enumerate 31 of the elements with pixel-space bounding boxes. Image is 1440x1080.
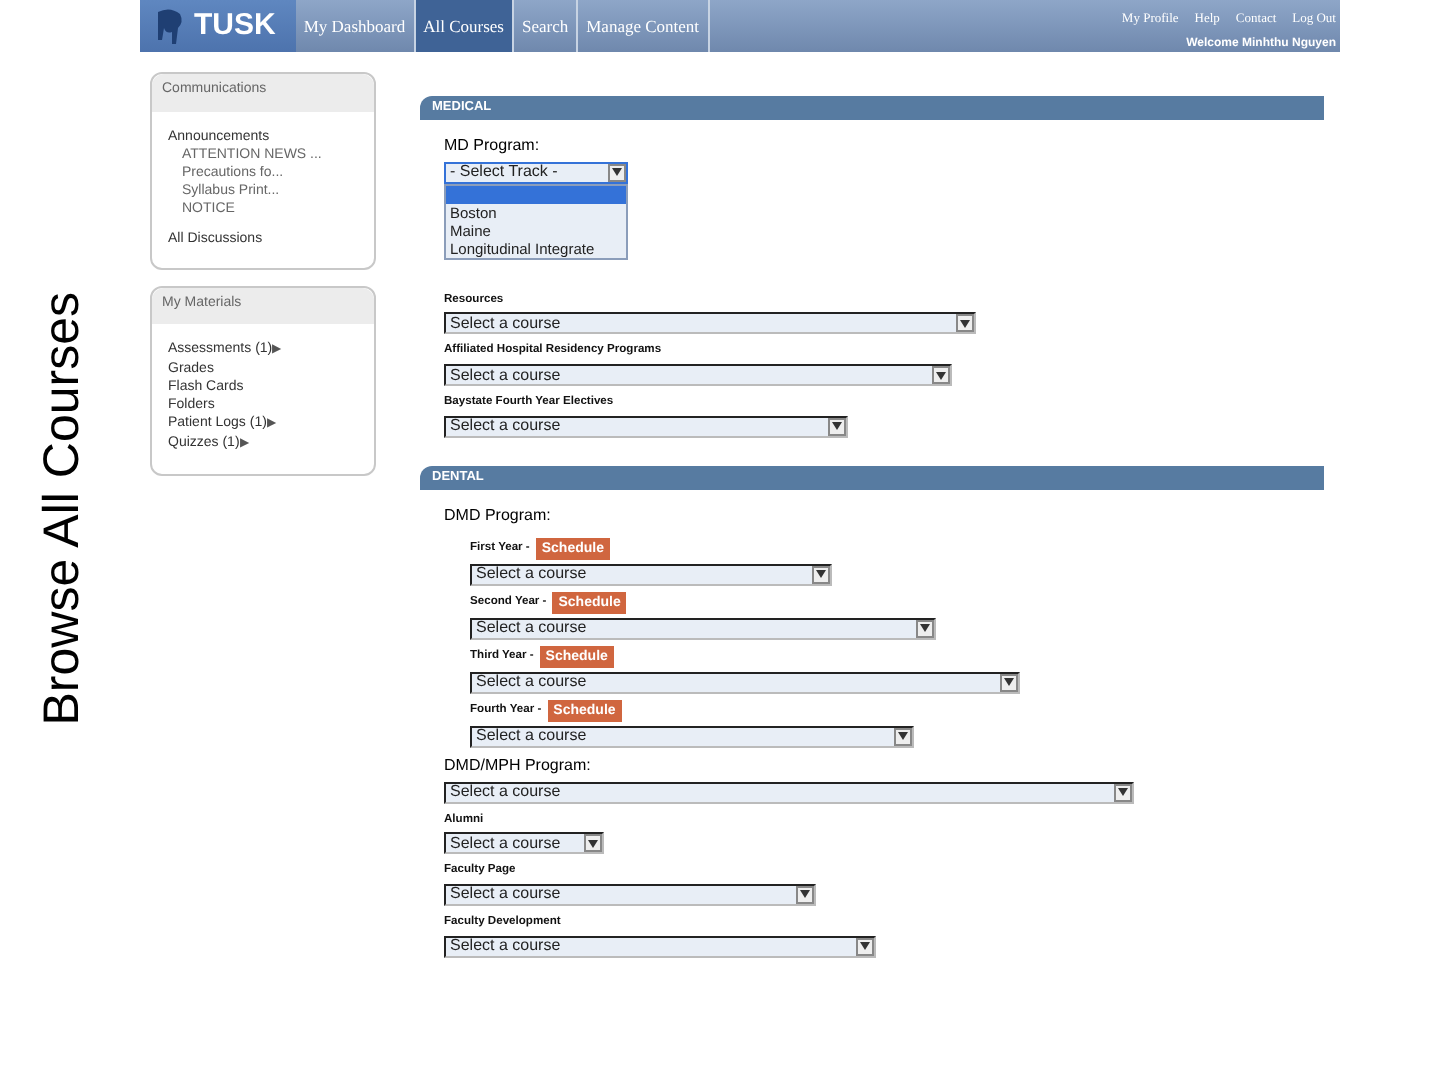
course-select[interactable]: Select a course — [470, 563, 832, 586]
course-select[interactable]: Select a course — [470, 725, 914, 748]
course-select[interactable]: Select a course — [444, 312, 976, 335]
dropdown-arrow-icon — [1114, 783, 1132, 802]
dropdown-arrow-icon — [932, 366, 950, 385]
logo-text: TUSK — [194, 5, 276, 46]
course-select[interactable]: Select a course — [444, 883, 816, 906]
dropdown-arrow-icon — [1000, 673, 1018, 692]
course-select[interactable]: Select a course — [444, 415, 848, 438]
dropdown-arrow-icon — [894, 727, 912, 746]
dropdown-arrow-icon — [916, 619, 934, 638]
course-select[interactable]: Select a course — [444, 781, 1134, 804]
logo[interactable]: TUSK — [140, 0, 296, 52]
course-select[interactable]: Select a course — [444, 832, 604, 855]
program-label: MD Program: — [444, 133, 542, 158]
program-label: DMD/MPH Program: — [444, 753, 593, 778]
course-select[interactable]: - Select Track - — [444, 161, 628, 184]
dropdown-arrow-icon — [584, 834, 602, 853]
course-select[interactable]: Select a course — [444, 364, 952, 387]
dropdown-option[interactable] — [446, 185, 626, 204]
course-select[interactable]: Select a course — [470, 671, 1020, 694]
nav-tab[interactable]: All Courses — [415, 0, 514, 52]
dropdown-arrow-icon — [956, 314, 974, 333]
dropdown-arrow-icon — [828, 417, 846, 436]
dropdown-arrow-icon — [812, 565, 830, 584]
dropdown-arrow-icon — [856, 937, 874, 956]
slide-title: Browse All Courses — [37, 292, 87, 726]
course-select[interactable]: Select a course — [444, 935, 876, 958]
dropdown-arrow-icon — [796, 885, 814, 904]
program-label: DMD Program: — [444, 503, 553, 528]
course-select[interactable]: Select a course — [470, 617, 936, 640]
